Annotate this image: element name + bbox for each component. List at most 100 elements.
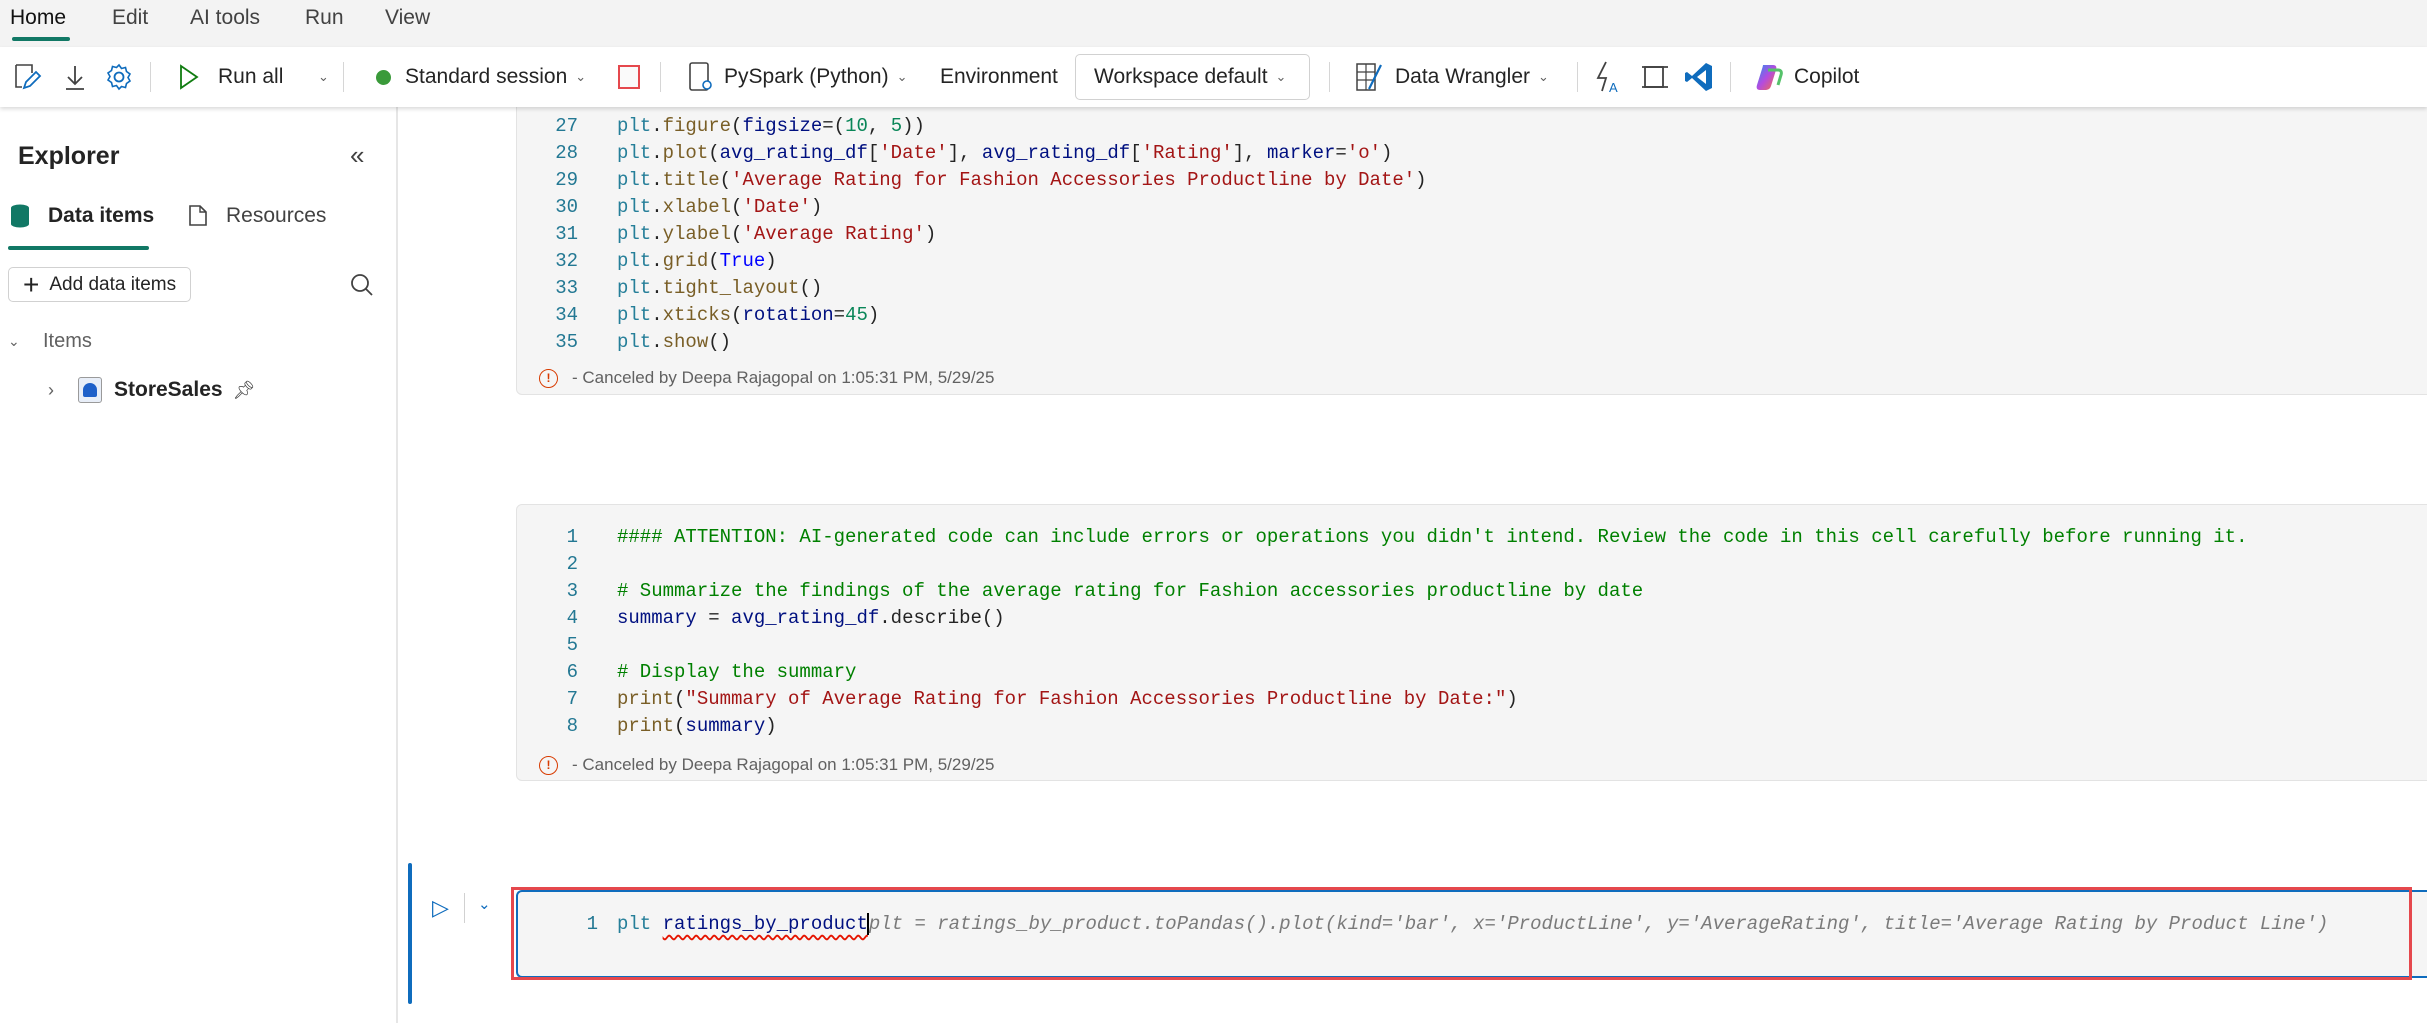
code-token: (: [731, 223, 743, 245]
vscode-icon[interactable]: [1684, 47, 1714, 107]
search-icon[interactable]: [349, 272, 375, 303]
code-line[interactable]: plt.plot(avg_rating_df['Date'], avg_rati…: [617, 140, 1392, 167]
code-line[interactable]: print("Summary of Average Rating for Fas…: [617, 686, 1518, 713]
code-token: avg_rating_df: [731, 607, 880, 629]
code-token: .: [651, 169, 663, 191]
code-token: ): [1506, 688, 1518, 710]
chevron-right-icon: ›: [48, 379, 54, 400]
code-token: plt: [617, 115, 652, 137]
tab-ai-tools[interactable]: AI tools: [190, 6, 260, 30]
line-number: 34: [555, 304, 578, 326]
line-number: 5: [566, 634, 578, 656]
pyspark-icon: [689, 62, 712, 91]
language-dropdown[interactable]: PySpark (Python) ⌄: [688, 47, 907, 107]
code-token: (: [674, 715, 686, 737]
items-section-label: Items: [43, 330, 92, 352]
code-token: plt: [617, 196, 652, 218]
code-token: figsize: [742, 115, 823, 137]
tab-home[interactable]: Home: [10, 6, 66, 30]
stop-icon: [618, 65, 640, 89]
code-cell-1[interactable]: 27 plt.figure(figsize=(10, 5)) 28 plt.plot(…: [516, 90, 2427, 395]
data-wrangler-label: Data Wrangler: [1395, 65, 1531, 88]
lightning-icon[interactable]: A: [1594, 47, 1622, 107]
code-token: #### ATTENTION: AI-generated code can in…: [617, 526, 2248, 548]
environment-dropdown[interactable]: Workspace default ⌄: [1075, 54, 1310, 100]
code-line[interactable]: plt.show(): [617, 329, 731, 356]
code-line-editor[interactable]: plt ratings_by_productplt = ratings_by_p…: [617, 911, 2328, 938]
code-line[interactable]: summary = avg_rating_df.describe(): [617, 605, 1005, 632]
code-token: plt: [617, 169, 652, 191]
items-section-toggle[interactable]: ⌄ Items: [8, 330, 92, 353]
code-token: plt: [617, 142, 652, 164]
tab-data-items-label: Data items: [48, 204, 155, 227]
chevron-down-icon: ⌄: [896, 69, 908, 84]
download-icon[interactable]: [62, 47, 88, 107]
chevron-down-icon: ⌄: [318, 69, 329, 84]
settings-gear-icon[interactable]: [104, 47, 134, 107]
code-line[interactable]: # Summarize the findings of the average …: [617, 578, 1643, 605]
code-line[interactable]: plt.xticks(rotation=45): [617, 302, 879, 329]
code-token: )): [902, 115, 925, 137]
code-token: xlabel: [662, 196, 732, 218]
code-line[interactable]: plt.tight_layout(): [617, 275, 822, 302]
line-number: 29: [555, 169, 578, 191]
session-dropdown[interactable]: Standard session ⌄: [376, 47, 586, 107]
collapse-cell-chevron-icon[interactable]: ⌄: [478, 895, 491, 913]
code-token: plt: [617, 250, 652, 272]
code-token: print: [617, 688, 675, 710]
run-all-label: Run all: [218, 65, 284, 88]
focus-mode-icon[interactable]: [1640, 47, 1668, 107]
run-all-dropdown[interactable]: ⌄: [310, 47, 329, 107]
toolbar-separator: [660, 62, 661, 92]
code-line[interactable]: plt.xlabel('Date'): [617, 194, 822, 221]
play-icon: [180, 64, 199, 90]
code-cell-2[interactable]: 1 #### ATTENTION: AI-generated code can i…: [516, 504, 2427, 781]
tab-edit[interactable]: Edit: [112, 6, 148, 30]
code-token: ): [765, 250, 777, 272]
edit-notebook-icon[interactable]: [12, 47, 42, 107]
code-token: .: [651, 223, 663, 245]
cell-status: ! - Canceled by Deepa Rajagopal on 1:05:3…: [539, 755, 994, 775]
code-line[interactable]: #### ATTENTION: AI-generated code can in…: [617, 524, 2247, 551]
code-token: ,: [867, 115, 891, 137]
tab-data-items[interactable]: Data items: [10, 204, 154, 228]
active-tab-indicator: [8, 246, 149, 250]
code-cell-3[interactable]: 1 plt ratings_by_productplt = ratings_by…: [516, 890, 2427, 978]
copilot-ghost-suggestion: plt = ratings_by_product.toPandas().plot…: [868, 913, 2329, 935]
tab-resources[interactable]: Resources: [188, 204, 326, 228]
code-token: =: [696, 607, 732, 629]
code-line[interactable]: plt.title('Average Rating for Fashion Ac…: [617, 167, 1427, 194]
code-line[interactable]: plt.ylabel('Average Rating'): [617, 221, 936, 248]
stop-session-button[interactable]: [618, 47, 640, 107]
code-token: (: [719, 169, 732, 191]
code-line[interactable]: plt.grid(True): [617, 248, 777, 275]
code-line[interactable]: print(summary): [617, 713, 777, 740]
line-number: 27: [555, 115, 578, 137]
collapse-sidebar-icon[interactable]: «: [350, 140, 364, 171]
code-token: grid: [662, 250, 709, 272]
data-wrangler-dropdown[interactable]: Data Wrangler ⌄: [1355, 47, 1549, 107]
code-token: 'o': [1346, 142, 1382, 164]
tab-run[interactable]: Run: [305, 6, 344, 30]
code-token: avg_rating_df: [981, 142, 1131, 164]
chevron-down-icon: ⌄: [8, 333, 20, 349]
environment-value: Workspace default: [1094, 65, 1268, 88]
tree-item-storesales[interactable]: › StoreSales 📌︎: [48, 377, 255, 403]
code-token: summary: [617, 607, 697, 629]
run-cell-icon[interactable]: ▷: [432, 895, 449, 921]
code-line[interactable]: # Display the summary: [617, 659, 856, 686]
code-line[interactable]: plt.figure(figsize=(10, 5)): [617, 113, 925, 140]
code-token: (: [731, 304, 743, 326]
code-token: avg_rating_df: [719, 142, 868, 164]
copilot-button[interactable]: Copilot: [1754, 47, 1859, 107]
toolbar-separator: [150, 62, 151, 92]
tab-view[interactable]: View: [385, 6, 430, 30]
code-token: plt: [617, 304, 652, 326]
warning-icon: !: [539, 755, 558, 775]
add-data-items-button[interactable]: + Add data items: [8, 267, 191, 302]
run-all-button[interactable]: Run all: [178, 47, 283, 107]
pin-icon[interactable]: 📌︎: [233, 380, 256, 401]
code-token: 'Date': [879, 142, 948, 164]
line-number: 4: [566, 607, 578, 629]
code-token: (: [708, 250, 720, 272]
